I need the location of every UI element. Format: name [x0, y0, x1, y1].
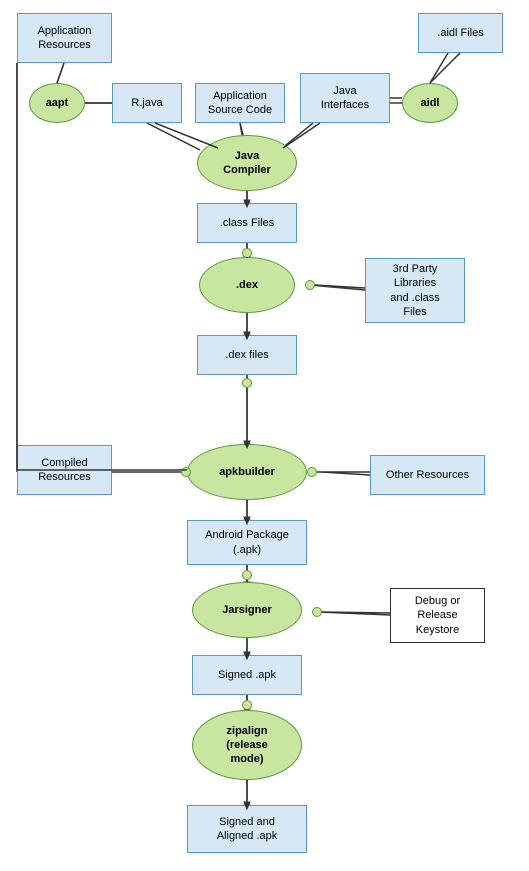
- class-files-box: .class Files: [197, 203, 297, 243]
- android-package-label: Android Package (.apk): [205, 528, 289, 557]
- conn-circle-keystore: [312, 607, 322, 617]
- zipalign-label: zipalign (release mode): [226, 724, 268, 767]
- app-source-label: Application Source Code: [208, 89, 272, 118]
- conn-circle-other: [307, 467, 317, 477]
- keystore-label: Debug or Release Keystore: [415, 594, 460, 637]
- java-compiler-ellipse: Java Compiler: [197, 135, 297, 191]
- dex-files-box: .dex files: [197, 335, 297, 375]
- keystore-box: Debug or Release Keystore: [390, 588, 485, 643]
- conn-circle-2: [242, 378, 252, 388]
- class-files-label: .class Files: [220, 216, 274, 230]
- dex-label: .dex: [236, 278, 258, 292]
- jarsigner-label: Jarsigner: [222, 603, 272, 617]
- java-interfaces-box: Java Interfaces: [300, 73, 390, 123]
- conn-circle-compiled: [181, 467, 191, 477]
- aidl-files-box: .aidl Files: [418, 13, 503, 53]
- java-compiler-label: Java Compiler: [223, 149, 271, 178]
- dex-files-label: .dex files: [225, 348, 268, 362]
- conn-circle-3party: [305, 280, 315, 290]
- app-resources-label: Application Resources: [38, 24, 92, 53]
- android-package-box: Android Package (.apk): [187, 520, 307, 565]
- signed-aligned-box: Signed and Aligned .apk: [187, 805, 307, 853]
- conn-circle-4: [242, 700, 252, 710]
- apkbuilder-label: apkbuilder: [219, 465, 275, 479]
- compiled-resources-label: Compiled Resources: [38, 456, 91, 485]
- conn-circle-3: [242, 570, 252, 580]
- aapt-ellipse: aapt: [29, 83, 85, 123]
- aidl-label: aidl: [421, 96, 440, 110]
- jarsigner-ellipse: Jarsigner: [192, 582, 302, 638]
- apkbuilder-ellipse: apkbuilder: [187, 444, 307, 500]
- signed-aligned-label: Signed and Aligned .apk: [217, 815, 278, 844]
- build-diagram: Application Resources .aidl Files aapt a…: [0, 0, 529, 871]
- third-party-label: 3rd Party Libraries and .class Files: [390, 262, 440, 319]
- zipalign-ellipse: zipalign (release mode): [192, 710, 302, 780]
- app-resources-box: Application Resources: [17, 13, 112, 63]
- dex-ellipse: .dex: [199, 257, 295, 313]
- aapt-label: aapt: [46, 96, 69, 110]
- java-interfaces-label: Java Interfaces: [321, 84, 369, 113]
- signed-apk-box: Signed .apk: [192, 655, 302, 695]
- r-java-label: R.java: [131, 96, 162, 110]
- other-resources-box: Other Resources: [370, 455, 485, 495]
- r-java-box: R.java: [112, 83, 182, 123]
- third-party-box: 3rd Party Libraries and .class Files: [365, 258, 465, 323]
- compiled-resources-box: Compiled Resources: [17, 445, 112, 495]
- signed-apk-label: Signed .apk: [218, 668, 276, 682]
- other-resources-label: Other Resources: [386, 468, 469, 482]
- aidl-files-label: .aidl Files: [437, 26, 483, 40]
- app-source-box: Application Source Code: [195, 83, 285, 123]
- aidl-ellipse: aidl: [402, 83, 458, 123]
